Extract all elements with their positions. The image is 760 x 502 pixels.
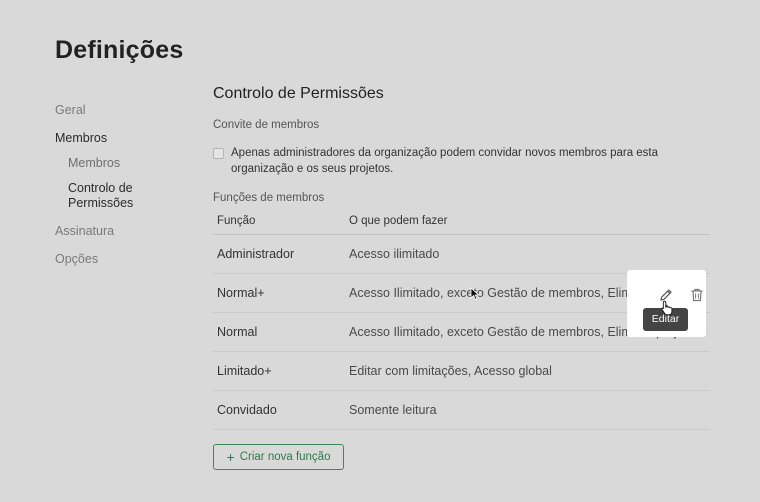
invite-section-label: Convite de membros [213, 119, 320, 131]
create-role-button-label: Criar nova função [239, 451, 331, 463]
role-permissions: Acesso ilimitado [349, 247, 440, 261]
role-permissions: Acesso Ilimitado, exceto Gestão de membr… [349, 286, 652, 300]
table-header: Função O que podem fazer [213, 211, 710, 235]
sidebar-item-opcoes[interactable]: Opções [55, 252, 195, 267]
roles-section-label: Funções de membros [213, 192, 325, 204]
invite-restriction-row[interactable]: Apenas administradores da organização po… [213, 145, 710, 177]
column-header-role: Função [217, 215, 256, 227]
table-row[interactable]: Convidado Somente leitura [213, 391, 710, 430]
role-name: Administrador [217, 247, 295, 261]
arrow-cursor-icon [470, 287, 480, 301]
sidebar-item-membros[interactable]: Membros [55, 131, 195, 146]
role-name: Limitado+ [217, 364, 272, 378]
trash-icon[interactable] [688, 286, 706, 304]
page-title: Definições [55, 36, 184, 64]
sidebar-subitem-controlo-permissoes[interactable]: Controlo de Permissões [68, 181, 148, 211]
table-row[interactable]: Limitado+ Editar com limitações, Acesso … [213, 352, 710, 391]
role-name: Normal+ [217, 286, 265, 300]
sidebar-item-geral[interactable]: Geral [55, 103, 195, 118]
role-name: Normal [217, 325, 258, 339]
sidebar-item-assinatura[interactable]: Assinatura [55, 224, 195, 239]
role-permissions: Editar com limitações, Acesso global [349, 364, 552, 378]
role-name: Convidado [217, 403, 277, 417]
column-header-permissions: O que podem fazer [349, 215, 448, 227]
sidebar-submenu: Membros Controlo de Permissões [55, 156, 195, 211]
plus-icon: + [226, 449, 235, 465]
hand-cursor-icon [661, 300, 673, 316]
invite-restriction-label: Apenas administradores da organização po… [231, 147, 659, 175]
table-row[interactable]: Administrador Acesso ilimitado [213, 235, 710, 274]
settings-sidebar: Geral Membros Membros Controlo de Permis… [55, 103, 195, 267]
create-role-button[interactable]: + Criar nova função [213, 444, 344, 470]
role-permissions: Somente leitura [349, 403, 437, 417]
section-title: Controlo de Permissões [213, 85, 384, 102]
invite-restriction-checkbox[interactable] [213, 148, 224, 159]
sidebar-subitem-membros[interactable]: Membros [68, 156, 195, 171]
